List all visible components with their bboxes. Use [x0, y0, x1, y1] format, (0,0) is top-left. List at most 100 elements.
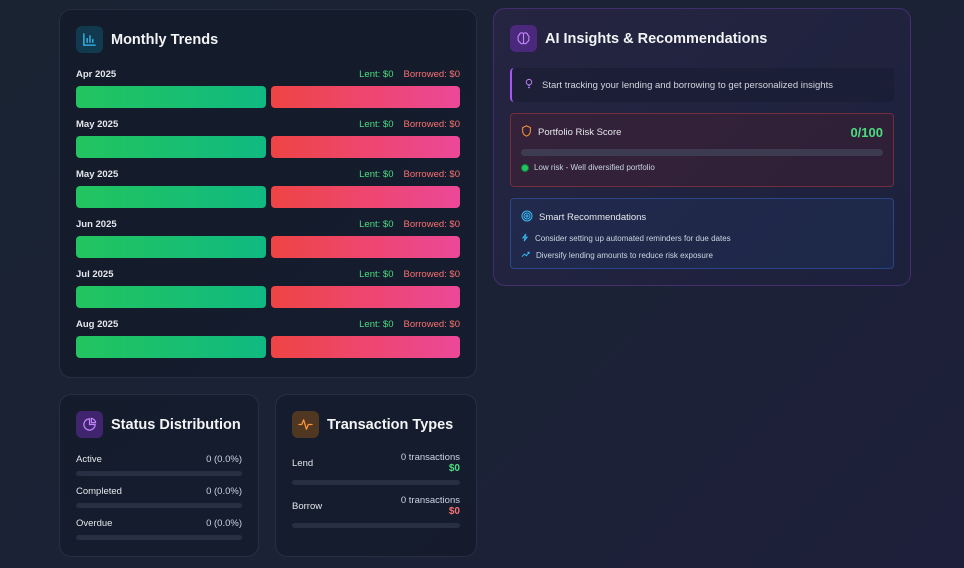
- status-value: 0 (0.0%): [206, 486, 242, 497]
- borrowed-amount: Borrowed: $0: [403, 268, 460, 280]
- status-value: 0 (0.0%): [206, 518, 242, 529]
- trend-row-header: Aug 2025 Lent: $0 Borrowed: $0: [76, 317, 460, 331]
- borrowed-bar: [270, 186, 460, 208]
- lent-bar: [76, 136, 266, 158]
- risk-score: 0/100: [850, 125, 883, 140]
- borrowed-amount: Borrowed: $0: [403, 68, 460, 80]
- status-row: Completed 0 (0.0%): [76, 486, 242, 508]
- lent-amount: Lent: $0: [359, 218, 394, 230]
- status-row-header: Completed 0 (0.0%): [76, 486, 242, 497]
- status-distribution-card: Status Distribution Active 0 (0.0%) Comple…: [59, 394, 259, 557]
- trend-row: May 2025 Lent: $0 Borrowed: $0: [76, 167, 460, 208]
- trend-rows: Apr 2025 Lent: $0 Borrowed: $0 May 2025 Lent…: [76, 67, 460, 358]
- trend-bars: [76, 136, 460, 158]
- trend-month-label: May 2025: [76, 118, 119, 130]
- risk-progress-bar: [521, 149, 883, 156]
- recommendation-text: Diversify lending amounts to reduce risk…: [536, 250, 713, 260]
- monthly-trends-title: Monthly Trends: [111, 31, 219, 48]
- lent-amount: Lent: $0: [359, 68, 394, 80]
- lent-bar: [76, 286, 266, 308]
- lent-bar: [76, 86, 266, 108]
- recommendation-text: Consider setting up automated reminders …: [535, 234, 731, 243]
- lent-amount: Lent: $0: [359, 118, 394, 130]
- insight-tip: Start tracking your lending and borrowin…: [510, 68, 894, 102]
- monthly-trends-card: Monthly Trends Apr 2025 Lent: $0 Borrowed:…: [59, 9, 477, 378]
- status-dot-icon: [521, 163, 529, 172]
- status-row-header: Overdue 0 (0.0%): [76, 518, 242, 529]
- borrowed-bar: [270, 286, 460, 308]
- ai-insights-header: AI Insights & Recommendations: [510, 25, 894, 52]
- transaction-types-card: Transaction Types Lend 0 transactions $0 Bo…: [275, 394, 477, 557]
- lent-bar: [76, 236, 266, 258]
- target-icon: [521, 210, 533, 225]
- status-row: Active 0 (0.0%): [76, 454, 242, 476]
- trend-row: Apr 2025 Lent: $0 Borrowed: $0: [76, 67, 460, 108]
- risk-label: Portfolio Risk Score: [538, 127, 622, 138]
- portfolio-risk-panel: Portfolio Risk Score 0/100 Low risk - We…: [510, 113, 894, 187]
- borrowed-amount: Borrowed: $0: [403, 318, 460, 330]
- transaction-type-label: Lend: [292, 457, 314, 469]
- lightning-icon: [521, 233, 529, 244]
- trend-values: Lent: $0 Borrowed: $0: [359, 119, 460, 130]
- monthly-trends-header: Monthly Trends: [76, 26, 460, 53]
- status-value: 0 (0.0%): [206, 454, 242, 465]
- transaction-count: 0 transactions: [400, 495, 460, 506]
- lent-amount: Lent: $0: [359, 318, 394, 330]
- transaction-types-header: Transaction Types: [292, 411, 460, 438]
- trend-month-label: Jun 2025: [76, 218, 117, 230]
- borrowed-amount: Borrowed: $0: [403, 168, 460, 180]
- borrowed-bar: [270, 86, 460, 108]
- transaction-type-header: Borrow 0 transactions $0: [292, 495, 460, 517]
- trend-values: Lent: $0 Borrowed: $0: [359, 219, 460, 230]
- trend-values: Lent: $0 Borrowed: $0: [359, 269, 460, 280]
- trend-row-header: Jul 2025 Lent: $0 Borrowed: $0: [76, 267, 460, 281]
- smart-recommendations-panel: Smart Recommendations Consider setting u…: [510, 198, 894, 269]
- status-label: Overdue: [76, 518, 113, 529]
- status-distribution-title: Status Distribution: [111, 416, 241, 433]
- trend-row-header: Jun 2025 Lent: $0 Borrowed: $0: [76, 217, 460, 231]
- transaction-amount: $0: [448, 506, 460, 517]
- borrowed-bar: [270, 136, 460, 158]
- status-rows: Active 0 (0.0%) Completed 0 (0.0%) Overdue 0 …: [76, 454, 242, 540]
- trend-row-header: May 2025 Lent: $0 Borrowed: $0: [76, 117, 460, 131]
- trend-month-label: Apr 2025: [76, 68, 117, 80]
- trend-row-header: Apr 2025 Lent: $0 Borrowed: $0: [76, 67, 460, 81]
- status-progress-bar: [76, 535, 242, 540]
- status-label: Active: [76, 454, 102, 465]
- recommendation-item: Consider setting up automated reminders …: [521, 233, 883, 244]
- trend-row-header: May 2025 Lent: $0 Borrowed: $0: [76, 167, 460, 181]
- transaction-type-rows: Lend 0 transactions $0 Borrow 0 transactions…: [292, 452, 460, 528]
- trend-values: Lent: $0 Borrowed: $0: [359, 319, 460, 330]
- transaction-type-row: Lend 0 transactions $0: [292, 452, 460, 485]
- transaction-count: 0 transactions: [400, 452, 460, 463]
- borrowed-amount: Borrowed: $0: [403, 218, 460, 230]
- trend-bars: [76, 286, 460, 308]
- transaction-progress-bar: [292, 480, 460, 485]
- trend-bars: [76, 186, 460, 208]
- trend-row: Jul 2025 Lent: $0 Borrowed: $0: [76, 267, 460, 308]
- status-row-header: Active 0 (0.0%): [76, 454, 242, 465]
- transaction-type-row: Borrow 0 transactions $0: [292, 495, 460, 528]
- transaction-type-label: Borrow: [292, 500, 323, 512]
- status-distribution-header: Status Distribution: [76, 411, 242, 438]
- trend-month-label: Jul 2025: [76, 268, 114, 280]
- trend-bars: [76, 336, 460, 358]
- trend-month-label: Aug 2025: [76, 318, 119, 330]
- lent-amount: Lent: $0: [359, 268, 394, 280]
- transaction-type-header: Lend 0 transactions $0: [292, 452, 460, 474]
- lent-bar: [76, 186, 266, 208]
- status-label: Completed: [76, 486, 122, 497]
- lent-amount: Lent: $0: [359, 168, 394, 180]
- borrowed-bar: [270, 336, 460, 358]
- trend-row: May 2025 Lent: $0 Borrowed: $0: [76, 117, 460, 158]
- activity-icon: [292, 411, 319, 438]
- transaction-amount: $0: [448, 463, 460, 474]
- ai-insights-card: AI Insights & Recommendations Start trac…: [493, 8, 911, 286]
- trend-bars: [76, 236, 460, 258]
- insight-tip-text: Start tracking your lending and borrowin…: [542, 79, 833, 91]
- trending-up-icon: [521, 250, 530, 260]
- shield-icon: [521, 125, 532, 140]
- transaction-progress-bar: [292, 523, 460, 528]
- bar-chart-icon: [76, 26, 103, 53]
- lightbulb-icon: [524, 78, 534, 92]
